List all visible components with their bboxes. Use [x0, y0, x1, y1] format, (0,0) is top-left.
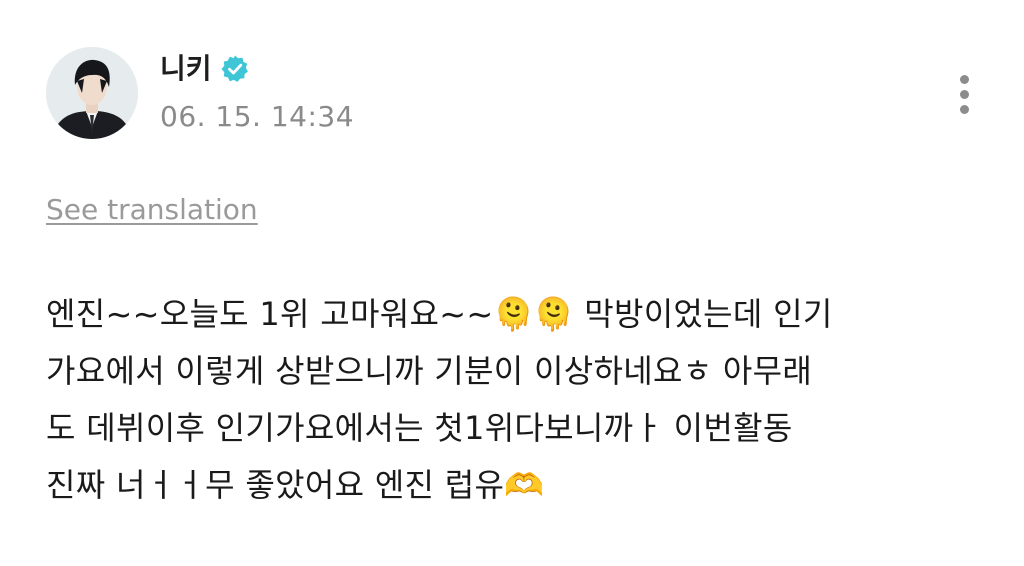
post-timestamp: 06. 15. 14:34	[160, 100, 355, 133]
see-translation-link[interactable]: See translation	[46, 190, 258, 230]
author-name-row: 니키	[160, 49, 250, 89]
avatar-image	[46, 47, 138, 139]
post-body-text: 엔진~~오늘도 1위 고마워요~~🫠🫠 막방이었는데 인기 가요에서 이렇게 상…	[46, 295, 833, 504]
more-vertical-icon-dot	[959, 89, 969, 99]
more-vertical-icon	[959, 74, 969, 84]
verified-badge-icon	[221, 55, 248, 82]
more-options-button[interactable]	[946, 64, 982, 124]
more-vertical-icon-dot	[959, 104, 969, 114]
avatar[interactable]	[46, 47, 138, 139]
post-card: 니키 06. 15. 14:34 See translation 엔진~~오늘도…	[0, 0, 1024, 566]
author-name[interactable]: 니키	[160, 49, 212, 89]
